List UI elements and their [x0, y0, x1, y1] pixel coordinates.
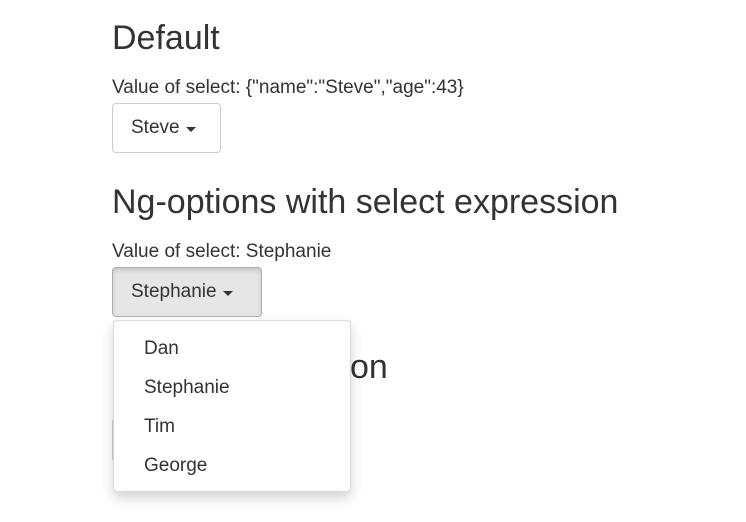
value-of-select-default: Value of select: {"name":"Steve","age":4…	[112, 76, 464, 100]
value-text: {"name":"Steve","age":43}	[245, 77, 464, 98]
value-prefix: Value of select:	[112, 77, 246, 98]
value-prefix: Value of select:	[112, 241, 246, 262]
dropdown-option[interactable]: Dan	[114, 329, 350, 368]
value-of-select-expression: Value of select: Stephanie	[112, 240, 331, 264]
select-default-button[interactable]: Steve	[112, 103, 221, 153]
select-expression-button[interactable]: Stephanie	[112, 267, 262, 317]
section-title-default: Default	[112, 19, 220, 57]
dropdown-option[interactable]: Tim	[114, 407, 350, 446]
page: Default Value of select: {"name":"Steve"…	[0, 0, 746, 522]
dropdown-option[interactable]: Stephanie	[114, 368, 350, 407]
dropdown-menu: Dan Stephanie Tim George	[113, 320, 351, 492]
section-title-select-expression: Ng-options with select expression	[112, 183, 619, 221]
section-title-partially-hidden: on	[350, 348, 388, 386]
caret-down-icon	[185, 126, 196, 132]
selected-label: Stephanie	[131, 281, 217, 302]
dropdown-option[interactable]: George	[114, 446, 350, 485]
selected-label: Steve	[131, 117, 180, 138]
value-text: Stephanie	[245, 241, 332, 262]
caret-down-icon	[222, 290, 233, 296]
